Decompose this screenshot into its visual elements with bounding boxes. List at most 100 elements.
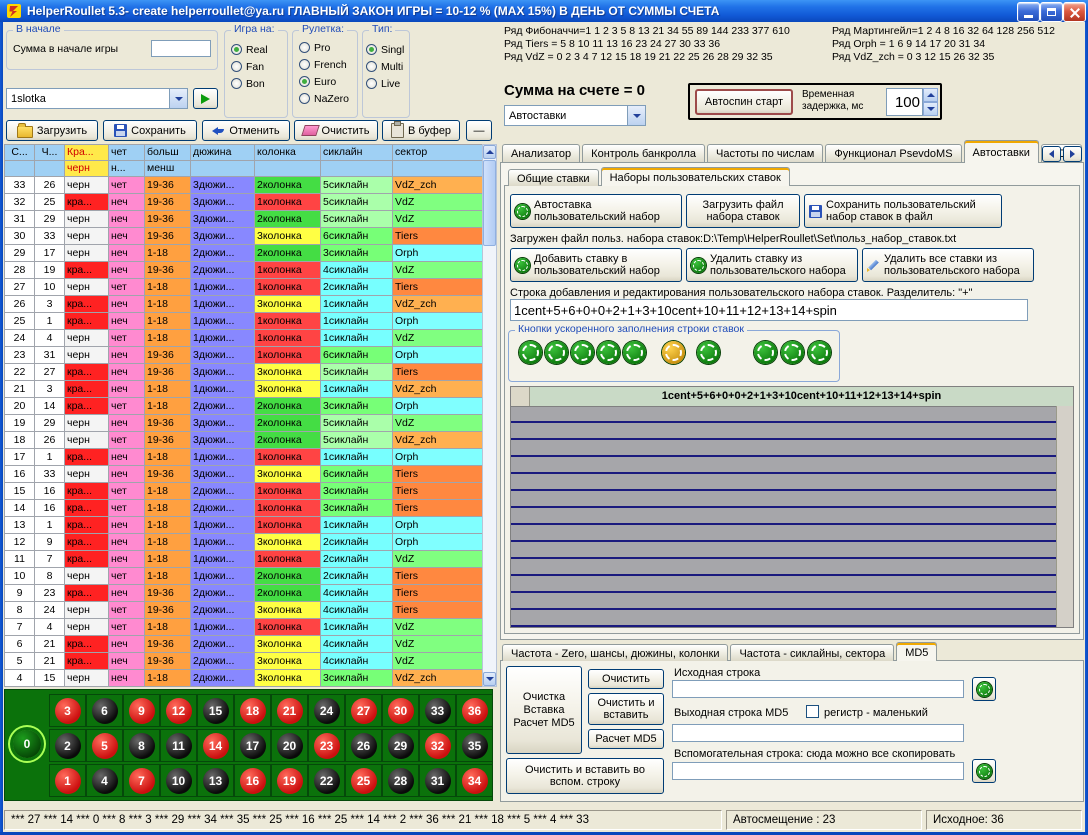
board-cell-6[interactable]: 6 <box>86 694 123 727</box>
md5-calc-button[interactable]: Расчет MD5 <box>588 729 664 749</box>
board-cell-19[interactable]: 19 <box>271 764 308 797</box>
load-button[interactable]: Загрузить <box>6 120 98 141</box>
lowercase-checkbox[interactable] <box>806 705 819 718</box>
load-bet-set-button[interactable]: Загрузить файл набора ставок <box>686 194 800 228</box>
list-row[interactable] <box>511 610 1057 627</box>
board-cell-12[interactable]: 12 <box>160 694 197 727</box>
md5-multi-button[interactable]: ОчисткаВставкаРасчет MD5 <box>506 666 582 754</box>
list-row[interactable] <box>511 559 1057 576</box>
radio-pro[interactable]: Pro <box>293 39 357 56</box>
scroll-up-button[interactable] <box>483 145 496 159</box>
board-cell-2[interactable]: 2 <box>49 729 86 762</box>
bet-chip-button-1[interactable] <box>519 341 542 364</box>
subtab-user-bet-sets[interactable]: Наборы пользовательских ставок <box>601 167 790 186</box>
table-scrollbar[interactable] <box>482 144 497 687</box>
board-cell-33[interactable]: 33 <box>419 694 456 727</box>
header-column[interactable]: колонка <box>255 145 321 161</box>
table-row[interactable]: 3129черннеч19-363дюжи...2колонка5сиклайн… <box>5 211 483 228</box>
bet-chip-button-10[interactable] <box>808 341 831 364</box>
maximize-button[interactable] <box>1040 2 1063 22</box>
list-row[interactable] <box>511 440 1057 457</box>
bet-chip-button-8[interactable] <box>754 341 777 364</box>
to-buffer-button[interactable]: В буфер <box>382 120 460 141</box>
board-cell-13[interactable]: 13 <box>197 764 234 797</box>
spinner-down-button[interactable] <box>923 102 938 116</box>
list-row[interactable] <box>511 406 1057 423</box>
header-spin[interactable]: С... <box>5 145 35 161</box>
board-cell-8[interactable]: 8 <box>123 729 160 762</box>
board-cell-5[interactable]: 5 <box>86 729 123 762</box>
header-color[interactable]: Кра... <box>65 145 109 161</box>
board-cell-20[interactable]: 20 <box>271 729 308 762</box>
minimize-button[interactable] <box>1017 2 1040 22</box>
board-cell-11[interactable]: 11 <box>160 729 197 762</box>
header-range[interactable]: больш <box>145 145 191 161</box>
header-number[interactable]: Ч... <box>35 145 65 161</box>
table-row[interactable]: 621кра...неч19-362дюжи...3колонка4сиклай… <box>5 636 483 653</box>
header-dozen[interactable]: дюжина <box>191 145 255 161</box>
table-row[interactable]: 1416кра...чет1-182дюжи...1колонка3сиклай… <box>5 500 483 517</box>
bet-chip-button-4[interactable] <box>597 341 620 364</box>
scroll-thumb[interactable] <box>483 160 496 246</box>
board-cell-24[interactable]: 24 <box>308 694 345 727</box>
table-row[interactable]: 3033черннеч19-363дюжи...3колонка6сиклайн… <box>5 228 483 245</box>
table-row[interactable]: 131кра...неч1-181дюжи...1колонка1сиклайн… <box>5 517 483 534</box>
clear-button[interactable]: Очистить <box>294 120 378 141</box>
save-bet-set-button[interactable]: Сохранить пользовательский набор ставок … <box>804 194 1002 228</box>
board-cell-10[interactable]: 10 <box>160 764 197 797</box>
board-cell-27[interactable]: 27 <box>345 694 382 727</box>
md5-clear-paste-button[interactable]: Очистить и вставить <box>588 693 664 725</box>
list-row[interactable] <box>511 423 1057 440</box>
bets-list-scrollbar[interactable] <box>1056 406 1073 627</box>
tab-psevdoms[interactable]: Функционал PsevdoMS <box>825 144 961 163</box>
board-cell-15[interactable]: 15 <box>197 694 234 727</box>
radio-nazero[interactable]: NaZero <box>293 90 357 107</box>
tab-autobets[interactable]: Автоставки <box>964 140 1039 163</box>
play-button[interactable] <box>193 88 218 109</box>
board-cell-4[interactable]: 4 <box>86 764 123 797</box>
table-row[interactable]: 2014кра...чет1-182дюжи...2колонка3сиклай… <box>5 398 483 415</box>
add-bet-button[interactable]: Добавить ставку в пользовательский набор <box>510 248 682 282</box>
table-row[interactable]: 251кра...неч1-181дюжи...1колонка1сиклайн… <box>5 313 483 330</box>
radio-french[interactable]: French <box>293 56 357 73</box>
header-parity[interactable]: чет <box>109 145 145 161</box>
table-row[interactable]: 2331черннеч19-363дюжи...1колонка6сиклайн… <box>5 347 483 364</box>
scroll-down-button[interactable] <box>483 672 496 686</box>
board-cell-17[interactable]: 17 <box>234 729 271 762</box>
tab-number-frequencies[interactable]: Частоты по числам <box>707 144 823 163</box>
clear-paste-aux-button[interactable]: Очистить и вставить во вспом. строку <box>506 758 664 794</box>
table-row[interactable]: 1929черннеч19-363дюжи...2колонка5сиклайн… <box>5 415 483 432</box>
board-cell-31[interactable]: 31 <box>419 764 456 797</box>
board-cell-26[interactable]: 26 <box>345 729 382 762</box>
board-cell-1[interactable]: 1 <box>49 764 86 797</box>
table-row[interactable]: 171кра...неч1-181дюжи...1колонка1сиклайн… <box>5 449 483 466</box>
board-cell-21[interactable]: 21 <box>271 694 308 727</box>
list-row[interactable] <box>511 593 1057 610</box>
board-cell-29[interactable]: 29 <box>382 729 419 762</box>
md5-aux-input[interactable] <box>672 762 964 780</box>
md5-aux-chip-button[interactable] <box>972 759 996 783</box>
table-row[interactable]: 213кра...неч1-181дюжи...3колонка1сиклайн… <box>5 381 483 398</box>
board-cell-28[interactable]: 28 <box>382 764 419 797</box>
board-cell-3[interactable]: 3 <box>49 694 86 727</box>
md5-source-chip-button[interactable] <box>972 677 996 701</box>
tabs-scroll-left-button[interactable] <box>1042 146 1061 162</box>
delay-value[interactable]: 100 <box>886 88 923 116</box>
collapse-button[interactable]: — <box>466 120 492 141</box>
table-row[interactable]: 3326чернчет19-363дюжи...2колонка5сиклайн… <box>5 177 483 194</box>
board-cell-32[interactable]: 32 <box>419 729 456 762</box>
tabs-scroll-right-button[interactable] <box>1063 146 1082 162</box>
chevron-down-icon[interactable] <box>627 106 645 125</box>
bet-string-input[interactable] <box>510 299 1028 321</box>
close-button[interactable] <box>1063 2 1086 22</box>
board-cell-14[interactable]: 14 <box>197 729 234 762</box>
autobets-combobox[interactable]: Автоставки <box>504 105 646 126</box>
table-row[interactable]: 263кра...неч1-181дюжи...3колонка1сиклайн… <box>5 296 483 313</box>
table-row[interactable]: 2917черннеч1-182дюжи...2колонка3сиклайнO… <box>5 245 483 262</box>
table-row[interactable]: 1516кра...чет1-182дюжи...1колонка3сиклай… <box>5 483 483 500</box>
delete-all-bets-button[interactable]: Удалить все ставки из пользовательского … <box>862 248 1034 282</box>
autospin-start-button[interactable]: Автоспин старт <box>695 89 793 115</box>
board-cell-22[interactable]: 22 <box>308 764 345 797</box>
radio-live[interactable]: Live <box>363 75 409 92</box>
table-row[interactable]: 2819кра...неч19-362дюжи...1колонка4сикла… <box>5 262 483 279</box>
